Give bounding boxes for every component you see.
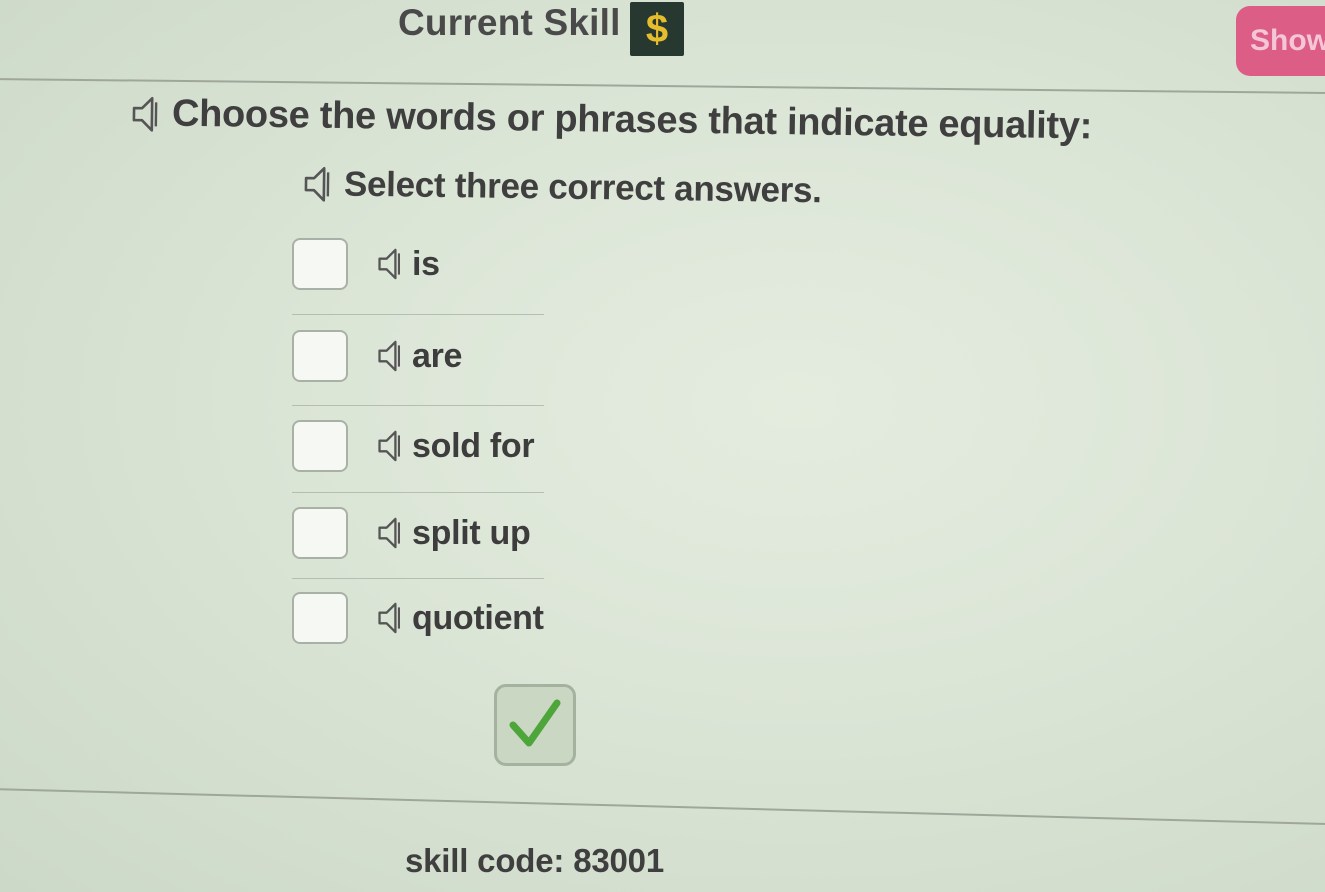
instruction: Select three correct answers. xyxy=(302,164,822,211)
speaker-icon[interactable] xyxy=(376,515,406,551)
option-label: split up xyxy=(412,513,531,552)
current-skill-title: Current Skill xyxy=(398,2,621,43)
option-checkbox[interactable] xyxy=(292,592,348,644)
option-checkbox[interactable] xyxy=(292,420,348,472)
speaker-icon[interactable] xyxy=(302,164,337,204)
speaker-icon[interactable] xyxy=(130,94,165,134)
option-label: quotient xyxy=(412,598,544,637)
dollar-icon: $ xyxy=(645,7,669,51)
option-divider xyxy=(292,405,544,406)
question-prompt: Choose the words or phrases that indicat… xyxy=(130,92,1093,148)
option-checkbox[interactable] xyxy=(292,330,348,382)
speaker-icon[interactable] xyxy=(376,338,406,374)
submit-check-button[interactable] xyxy=(494,684,576,766)
option-sold-for[interactable]: sold for xyxy=(292,420,542,472)
option-divider xyxy=(292,492,544,493)
skill-code: skill code: 83001 xyxy=(405,842,664,880)
option-label: sold for xyxy=(412,426,535,465)
option-are[interactable]: are xyxy=(292,330,542,382)
option-checkbox[interactable] xyxy=(292,507,348,559)
option-divider xyxy=(292,314,544,315)
option-checkbox[interactable] xyxy=(292,238,348,290)
option-divider xyxy=(292,578,544,579)
option-split-up[interactable]: split up xyxy=(292,507,542,559)
question-text: Choose the words or phrases that indicat… xyxy=(171,92,1093,148)
speaker-icon[interactable] xyxy=(376,428,406,464)
option-label: is xyxy=(412,244,440,283)
instruction-text: Select three correct answers. xyxy=(343,164,822,211)
option-is[interactable]: is xyxy=(292,238,542,290)
option-label: are xyxy=(412,336,463,375)
footer-divider xyxy=(0,788,1325,826)
skill-code-label: skill code: xyxy=(405,842,565,879)
header-divider xyxy=(0,78,1325,95)
speaker-icon[interactable] xyxy=(376,246,406,282)
skill-code-value: 83001 xyxy=(573,842,664,879)
checkmark-icon xyxy=(507,699,563,752)
show-button[interactable]: Show xyxy=(1236,6,1325,76)
option-quotient[interactable]: quotient xyxy=(292,592,544,644)
skill-badge: $ xyxy=(630,2,684,56)
speaker-icon[interactable] xyxy=(376,600,406,636)
